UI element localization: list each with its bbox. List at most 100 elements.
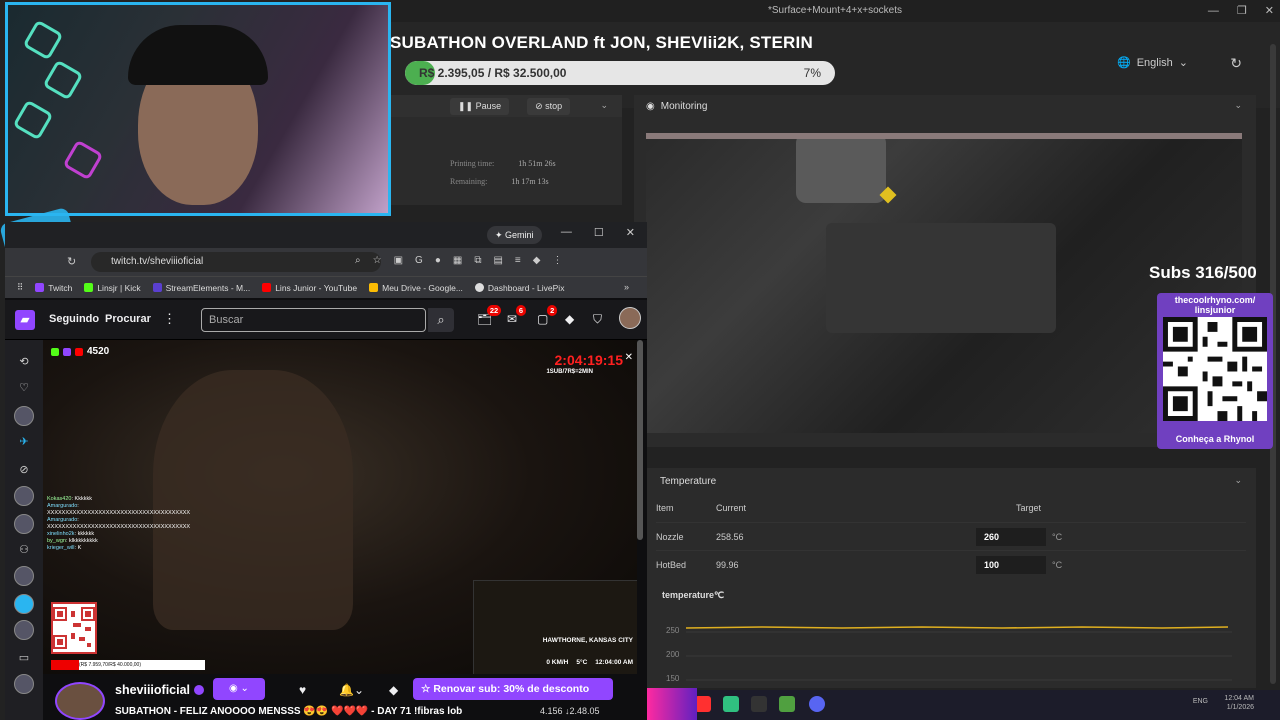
sidebar-channel-avatar[interactable] <box>14 674 34 694</box>
inbox-icon[interactable]: 🗂 22 <box>477 305 502 326</box>
refresh-icon[interactable]: ↻ <box>1230 55 1242 72</box>
chevron-down-icon[interactable]: ⌄ <box>1234 100 1242 111</box>
zoom-icon[interactable]: ⌕ <box>355 255 361 266</box>
star-icon[interactable]: ☆ <box>373 255 382 266</box>
pause-button[interactable]: ❚❚ Pause <box>450 97 510 115</box>
bookmark-drive[interactable]: Meu Drive - Google... <box>369 283 463 293</box>
pip-temp: 5°C <box>576 659 588 666</box>
inbox-badge: 22 <box>486 305 502 316</box>
goal-amount: R$ 2.395,05 / R$ 32.500,00 <box>419 66 567 80</box>
avatar[interactable] <box>619 307 641 329</box>
input-language[interactable]: ENG <box>1193 698 1208 705</box>
taskbar-app-icon[interactable] <box>751 696 767 712</box>
sidebar-channel-avatar[interactable]: ⊘ <box>14 460 34 480</box>
chevron-down-icon[interactable]: ⌄ <box>600 100 608 111</box>
chat-line: krieger_will: K <box>47 545 82 551</box>
taskbar-clock[interactable]: 12:04 AM 1/1/2026 <box>1224 694 1254 712</box>
close-icon[interactable]: ✕ <box>626 226 635 239</box>
taskbar-app-icon[interactable] <box>779 696 795 712</box>
avatar[interactable] <box>55 682 105 720</box>
youtube-icon <box>75 347 83 356</box>
heart-icon[interactable]: ♡ <box>14 378 34 398</box>
sponsor-qr-card: thecoolrhyno.com/ linsjunior Conheça a R… <box>1157 293 1273 449</box>
close-icon[interactable]: ✕ <box>1265 0 1274 22</box>
puzzle-icon[interactable]: ⧉ <box>474 255 481 266</box>
more-bookmarks-icon[interactable]: » <box>624 282 629 292</box>
stream-title: SUBATHON - FELIZ ANOOOO MENSSS 😍😍 ❤️❤️❤️… <box>115 706 463 717</box>
nozzle-current: 258.56 <box>716 531 744 542</box>
renew-sub-button[interactable]: ☆ Renovar sub: 30% de desconto <box>413 678 613 700</box>
nozzle-temp-line <box>685 626 1229 629</box>
whispers-icon[interactable]: ✉ 6 <box>507 305 527 326</box>
sidebar-channel-avatar[interactable] <box>14 514 34 534</box>
minimize-icon[interactable]: — <box>1208 0 1219 22</box>
bookmark-streamelements[interactable]: StreamElements - M... <box>152 283 250 293</box>
reload-icon[interactable]: ↻ <box>67 255 76 268</box>
nav-browse[interactable]: Procurar <box>105 313 151 325</box>
extension-icon[interactable]: ● <box>435 255 441 266</box>
extension-icon[interactable]: G <box>415 255 423 266</box>
sidebar-channel-avatar[interactable] <box>14 594 34 614</box>
temperature-label: Temperature <box>660 475 717 487</box>
crown-icon[interactable]: ◆ <box>565 312 574 326</box>
sidebar-channel-avatar[interactable] <box>14 406 34 426</box>
viewer-counter: 4520 <box>51 346 109 357</box>
apps-icon[interactable]: ⠿ <box>17 282 23 293</box>
video-icon[interactable]: ▭ <box>14 648 34 668</box>
sidebar-channel-avatar[interactable] <box>14 566 34 586</box>
chevron-down-icon[interactable]: ⌄ <box>1234 475 1242 486</box>
twitch-logo-icon[interactable]: ▰ <box>15 310 35 330</box>
extension-icon[interactable]: ▦ <box>453 255 462 266</box>
menu-icon[interactable]: ⋮ <box>552 255 562 266</box>
sidebar-channel-avatar[interactable] <box>14 486 34 506</box>
search-input[interactable]: Buscar <box>201 308 426 332</box>
bookmark-livepix[interactable]: Dashboard - LivePix <box>474 283 564 293</box>
twitch-sidebar: ⟲ ♡ ✈ ⊘ ⚇ ▭ <box>5 340 43 720</box>
profile-icon[interactable]: ◆ <box>533 255 541 266</box>
sidebar-channel-avatar[interactable]: ✈ <box>14 432 34 452</box>
bits-icon[interactable]: ⛉ <box>593 312 602 327</box>
language-selector[interactable]: 🌐 English ⌄ <box>1117 56 1188 70</box>
monitoring-header[interactable]: ◉ Monitoring <box>634 95 1256 117</box>
taskbar-app-icon[interactable] <box>695 696 711 712</box>
bookmark-youtube[interactable]: Lins Junior - YouTube <box>262 283 357 293</box>
hotbed-target-input[interactable]: 100 <box>976 555 1046 574</box>
discord-icon[interactable] <box>809 696 825 712</box>
hype-train-button[interactable]: ◉ ⌄ <box>213 678 265 700</box>
qr-caption: thecoolrhyno.com/ linsjunior <box>1174 295 1256 315</box>
bookmark-kick[interactable]: Linsjr | Kick <box>84 283 141 293</box>
extension-icon[interactable]: ▣ <box>394 255 403 266</box>
mini-goal-bar: (R$ 7.959,70/R$ 40.000,00) <box>51 660 205 670</box>
chevron-down-icon: ⌄ <box>1178 57 1188 69</box>
temperature-header[interactable]: Temperature <box>646 468 1256 494</box>
more-icon[interactable]: ⋮ <box>163 311 176 327</box>
page-scrollbar[interactable] <box>637 340 643 540</box>
add-user-icon[interactable]: ⚇ <box>14 540 34 560</box>
sidebar-channel-avatar[interactable] <box>14 620 34 640</box>
maximize-icon[interactable]: ❐ <box>1237 0 1247 22</box>
nozzle-target-input[interactable]: 260 <box>976 527 1046 546</box>
sidebar-icon[interactable]: ▤ <box>493 255 502 266</box>
subathon-timer-rate: 1SUB/7R$=2MIN <box>546 369 593 375</box>
stop-button[interactable]: ⊘ stop <box>527 97 571 115</box>
nav-following[interactable]: Seguindo <box>49 313 99 325</box>
maximize-icon[interactable]: ☐ <box>594 226 604 239</box>
follow-heart-icon[interactable]: ♥ <box>299 683 306 697</box>
bookmark-twitch[interactable]: Twitch <box>35 283 72 293</box>
address-bar[interactable]: twitch.tv/sheviiioficial <box>91 252 381 272</box>
close-icon[interactable]: ✕ <box>625 352 633 363</box>
downloads-icon[interactable]: ≡ <box>515 255 521 266</box>
search-icon[interactable]: ⌕ <box>428 308 454 332</box>
collapse-icon[interactable]: ⟲ <box>14 352 34 372</box>
taskbar-app-icon[interactable] <box>723 696 739 712</box>
clock-date: 1/1/2026 <box>1226 704 1254 711</box>
notifications-icon[interactable]: ▢ 2 <box>537 305 558 326</box>
notification-bell-icon[interactable]: 🔔⌄ <box>339 683 364 697</box>
channel-name[interactable]: sheviiioficial <box>115 683 205 697</box>
gemini-button[interactable]: ✦ Gemini <box>487 226 542 244</box>
qr-cta: Conheça a Rhynol <box>1175 434 1255 444</box>
temperature-table-header: Item Current Target <box>656 494 1246 522</box>
crown-icon[interactable]: ◆ <box>389 683 398 697</box>
minimize-icon[interactable]: — <box>561 226 572 239</box>
chat-line: xinelinho2k: kkkkkk <box>47 531 95 537</box>
